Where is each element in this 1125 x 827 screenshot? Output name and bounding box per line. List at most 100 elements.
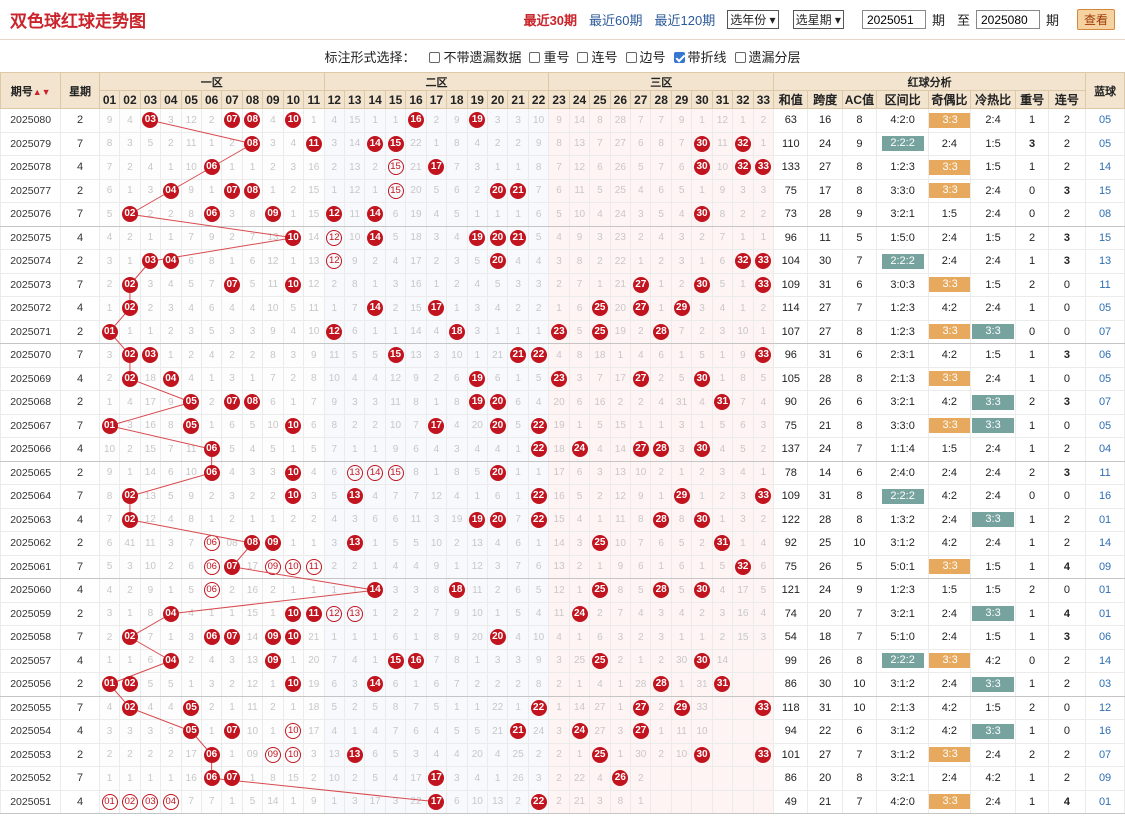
number-cell: 3	[241, 319, 264, 344]
drawn-ball: 21	[510, 182, 527, 199]
zone-ratio-cell: 3:2:1	[876, 202, 930, 227]
number-cell: 20	[486, 507, 509, 532]
number-cell: 31	[711, 390, 734, 415]
odd-even-cell: 2:4	[928, 625, 971, 650]
number-cell	[691, 766, 713, 791]
week-cell: 2	[60, 178, 100, 203]
ac-cell: 6	[841, 272, 878, 297]
drawn-ball: 27	[632, 370, 649, 387]
number-cell: 2	[262, 695, 284, 720]
number-cell: 8	[732, 366, 754, 391]
num-header-06: 06	[200, 90, 223, 109]
number-cell	[732, 742, 754, 767]
odd-even-cell: 3:3	[928, 366, 971, 391]
number-cell: 4	[589, 766, 611, 791]
number-cell: 5	[364, 695, 386, 720]
sort-icon[interactable]: ▲▼	[33, 87, 51, 97]
drawn-ball: 09	[264, 629, 281, 646]
drawn-ball: 30	[694, 652, 711, 669]
num-header-25: 25	[589, 90, 611, 109]
number-cell: 9	[548, 108, 570, 133]
number-cell: 3	[344, 789, 366, 814]
sum-cell: 104	[773, 249, 809, 274]
number-cell: 08	[241, 108, 264, 133]
hot-cold-cell: 2:4	[969, 366, 1017, 391]
consecutive-count-cell: 3	[1047, 460, 1087, 485]
option-checkbox-3[interactable]	[625, 51, 637, 63]
week-cell: 4	[60, 648, 100, 673]
span-cell: 28	[807, 202, 843, 227]
drawn-ball: 02	[121, 629, 138, 646]
number-cell: 08	[221, 531, 243, 556]
sum-cell: 73	[773, 202, 809, 227]
number-cell: 3	[139, 719, 162, 744]
ac-cell: 6	[841, 343, 878, 368]
number-cell: 3	[241, 460, 264, 485]
span-cell: 31	[807, 272, 843, 297]
drawn-ball: 19	[469, 229, 486, 246]
blue-ball-cell: 07	[1085, 390, 1125, 415]
number-cell: 15	[384, 460, 407, 485]
number-cell: 6	[405, 437, 427, 462]
number-cell: 11	[670, 719, 693, 744]
ac-cell: 8	[841, 648, 878, 673]
col-issue-header[interactable]: 期号▲▼	[0, 72, 62, 109]
number-cell: 19	[609, 319, 632, 344]
number-cell: 7	[711, 225, 734, 250]
table-row: 2025062 2 6 41 11 3 7 06 08 08 09 1 1 3 13 1 5 5 10 2 13 4 6 1 1…	[0, 531, 1125, 556]
number-cell: 3	[384, 789, 407, 814]
drawn-ball: 06	[203, 746, 220, 763]
number-cell: 5	[446, 719, 468, 744]
blue-ball-cell: 12	[1085, 695, 1125, 720]
number-cell: 7	[630, 108, 652, 133]
odd-even-cell: 2:4	[928, 601, 971, 626]
option-checkbox-0[interactable]	[429, 51, 441, 63]
number-cell: 2	[160, 554, 182, 579]
number-cell: 2	[589, 484, 611, 509]
odd-even-cell: 2:4	[928, 225, 971, 250]
number-cell: 4	[344, 648, 366, 673]
number-cell: 1	[609, 695, 632, 720]
number-cell: 1	[486, 766, 509, 791]
issue-cell: 2025057	[0, 648, 62, 673]
number-cell: 1	[589, 272, 611, 297]
ac-cell: 7	[841, 789, 878, 814]
week-select[interactable]: 选星期 ▾	[792, 10, 844, 29]
option-checkbox-4[interactable]	[673, 51, 685, 63]
number-cell: 14	[364, 131, 386, 156]
period-link-120[interactable]: 最近120期	[655, 10, 716, 29]
number-cell: 14	[364, 296, 386, 321]
period-link-60[interactable]: 最近60期	[589, 10, 642, 29]
number-cell: 7	[589, 366, 611, 391]
number-cell: 4	[670, 202, 693, 227]
number-cell: 12	[139, 507, 162, 532]
year-select[interactable]: 选年份 ▾	[727, 10, 779, 29]
number-cell: 31	[691, 672, 713, 697]
number-cell: 03	[139, 789, 162, 814]
drawn-ball: 14	[367, 676, 384, 693]
number-cell: 29	[670, 296, 693, 321]
number-cell: 10	[282, 413, 305, 438]
option-checkbox-2[interactable]	[577, 51, 589, 63]
number-cell: 20	[303, 648, 325, 673]
number-cell: 12	[344, 178, 366, 203]
number-cell: 3	[732, 178, 754, 203]
number-cell: 8	[139, 601, 162, 626]
to-issue-input[interactable]	[975, 10, 1040, 29]
number-cell: 8	[650, 131, 672, 156]
period-link-30[interactable]: 最近30期	[524, 10, 577, 29]
number-cell: 2	[344, 413, 366, 438]
from-issue-input[interactable]	[861, 10, 926, 29]
option-checkbox-5[interactable]	[734, 51, 746, 63]
number-cell: 1	[323, 178, 346, 203]
issue-cell: 2025061	[0, 554, 62, 579]
number-cell: 4	[180, 366, 202, 391]
option-checkbox-1[interactable]	[529, 51, 541, 63]
ac-cell: 7	[841, 249, 878, 274]
query-button[interactable]: 查看	[1076, 9, 1115, 30]
number-cell: 6	[548, 178, 570, 203]
number-cell: 6	[303, 413, 325, 438]
number-cell: 11	[180, 131, 202, 156]
number-cell: 3	[752, 625, 775, 650]
number-cell: 30	[691, 507, 713, 532]
